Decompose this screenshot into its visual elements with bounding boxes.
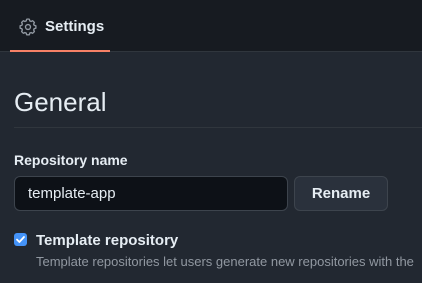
tab-settings-label: Settings: [45, 18, 105, 35]
template-repository-checkbox[interactable]: [14, 233, 27, 246]
tab-settings[interactable]: Settings: [10, 0, 110, 52]
template-repository-description: Template repositories let users generate…: [36, 254, 414, 269]
repository-name-label: Repository name: [14, 152, 128, 168]
page-title: General: [14, 87, 107, 117]
rename-button[interactable]: Rename: [294, 176, 388, 211]
template-repository-label[interactable]: Template repository: [36, 232, 178, 250]
top-navigation-bar: Settings: [0, 0, 422, 52]
gear-icon: [19, 18, 37, 36]
repository-name-input[interactable]: [14, 176, 288, 211]
checkmark-icon: [16, 236, 25, 243]
section-divider: [14, 127, 422, 128]
